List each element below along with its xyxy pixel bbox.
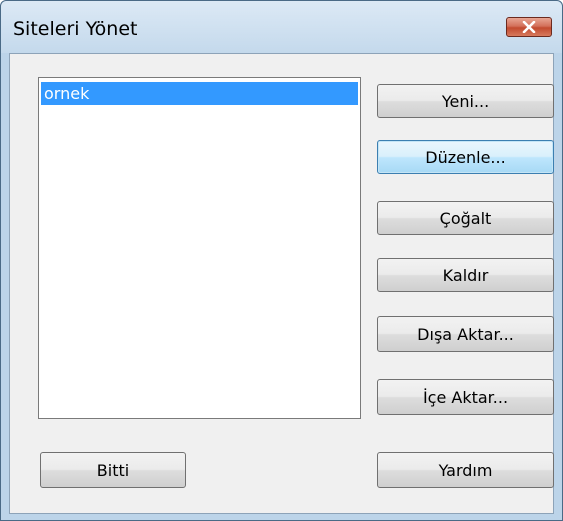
close-button[interactable] [506, 17, 552, 37]
help-button[interactable]: Yardım [377, 452, 554, 488]
list-item[interactable]: ornek [41, 82, 358, 105]
edit-button[interactable]: Düzenle... [377, 140, 554, 174]
duplicate-button[interactable]: Çoğalt [377, 201, 554, 235]
close-icon [522, 21, 536, 33]
done-button[interactable]: Bitti [40, 452, 186, 488]
manage-sites-dialog: Siteleri Yönet ornek Yeni... Düzenle... … [0, 0, 563, 521]
window-title: Siteleri Yönet [13, 18, 138, 40]
title-bar: Siteleri Yönet [1, 1, 562, 53]
sites-listbox[interactable]: ornek [38, 77, 361, 419]
remove-button[interactable]: Kaldır [377, 258, 554, 292]
new-button[interactable]: Yeni... [377, 84, 554, 118]
import-button[interactable]: İçe Aktar... [377, 379, 554, 415]
export-button[interactable]: Dışa Aktar... [377, 316, 554, 352]
dialog-body: ornek Yeni... Düzenle... Çoğalt Kaldır D… [9, 53, 554, 514]
